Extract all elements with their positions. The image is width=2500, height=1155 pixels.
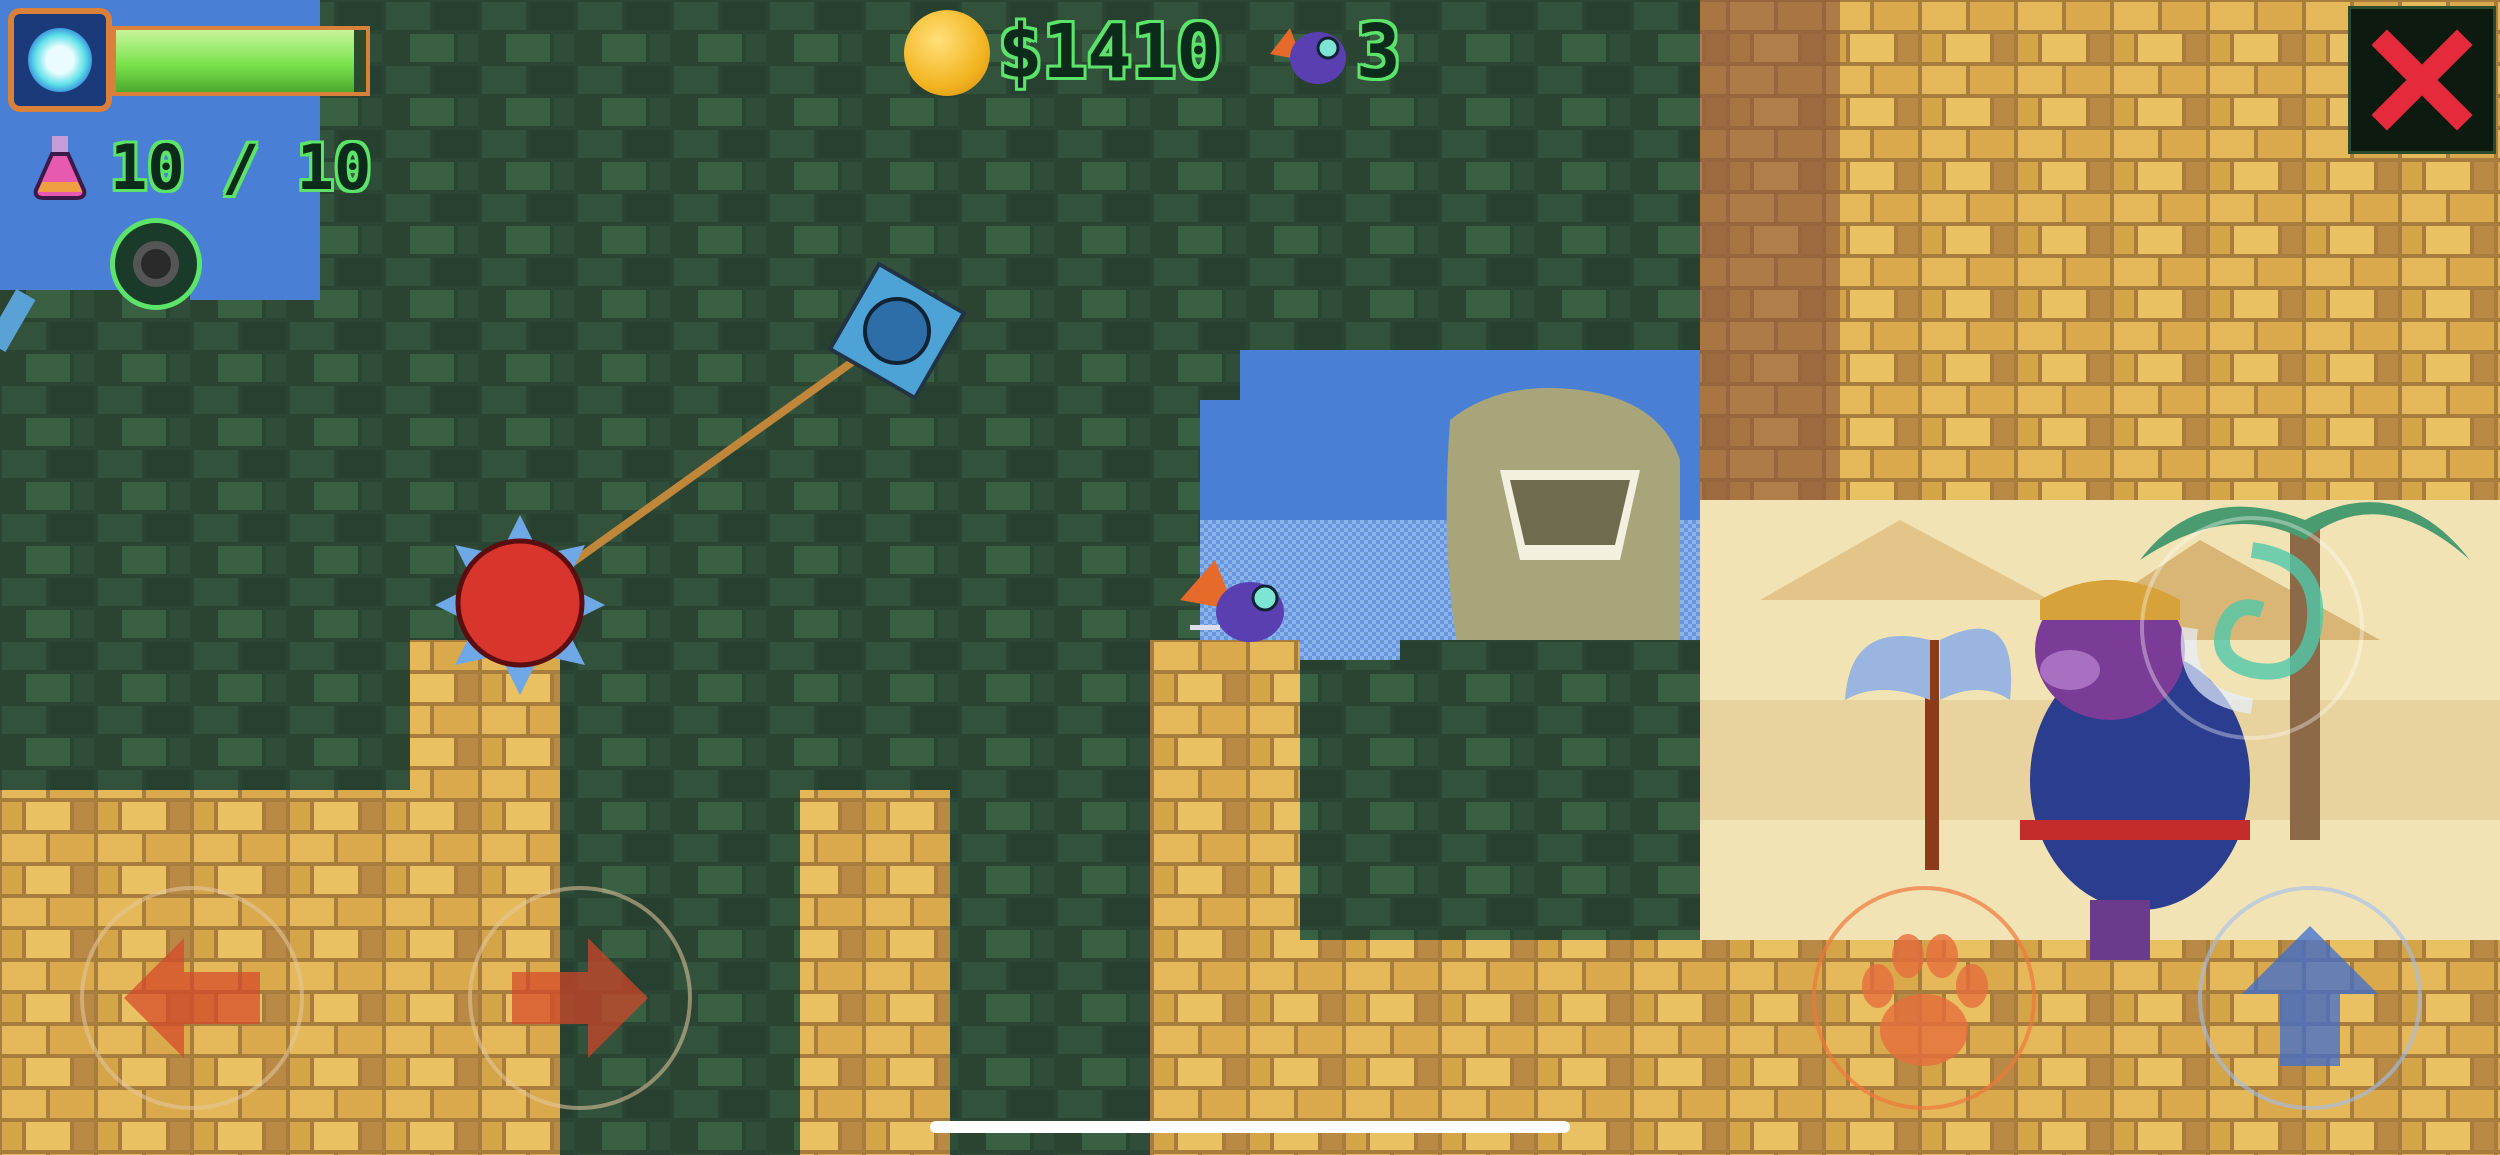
paw-icon [1862, 934, 1988, 1066]
potion-count: 10 / 10 [110, 131, 372, 204]
health-bar [112, 26, 370, 96]
special-button[interactable] [2140, 516, 2364, 740]
arrow-right-icon [512, 938, 648, 1058]
lives-icon [1260, 14, 1350, 90]
jump-button[interactable] [2198, 886, 2422, 1110]
close-button[interactable] [2348, 6, 2496, 154]
lives-counter: 3 [1356, 9, 1401, 95]
attack-button[interactable] [1812, 886, 2036, 1110]
close-icon [2371, 29, 2473, 131]
home-indicator[interactable] [930, 1121, 1570, 1133]
game-scene [0, 0, 2500, 1155]
move-right-button[interactable] [468, 886, 692, 1110]
arrow-left-icon [124, 938, 260, 1058]
money-counter: $1410 [998, 9, 1221, 95]
coin-icon [904, 10, 990, 96]
dinosaur-statue [1446, 388, 1680, 660]
swirl-icon [2180, 542, 2324, 714]
orb-icon [28, 28, 92, 92]
gorilla-icon [133, 241, 179, 287]
potion-icon [24, 132, 96, 204]
move-left-button[interactable] [80, 886, 304, 1110]
ability-slot[interactable] [110, 218, 202, 310]
player-portrait [8, 8, 112, 112]
health-bar-fill [116, 30, 354, 92]
arrow-up-icon [2242, 926, 2378, 1066]
